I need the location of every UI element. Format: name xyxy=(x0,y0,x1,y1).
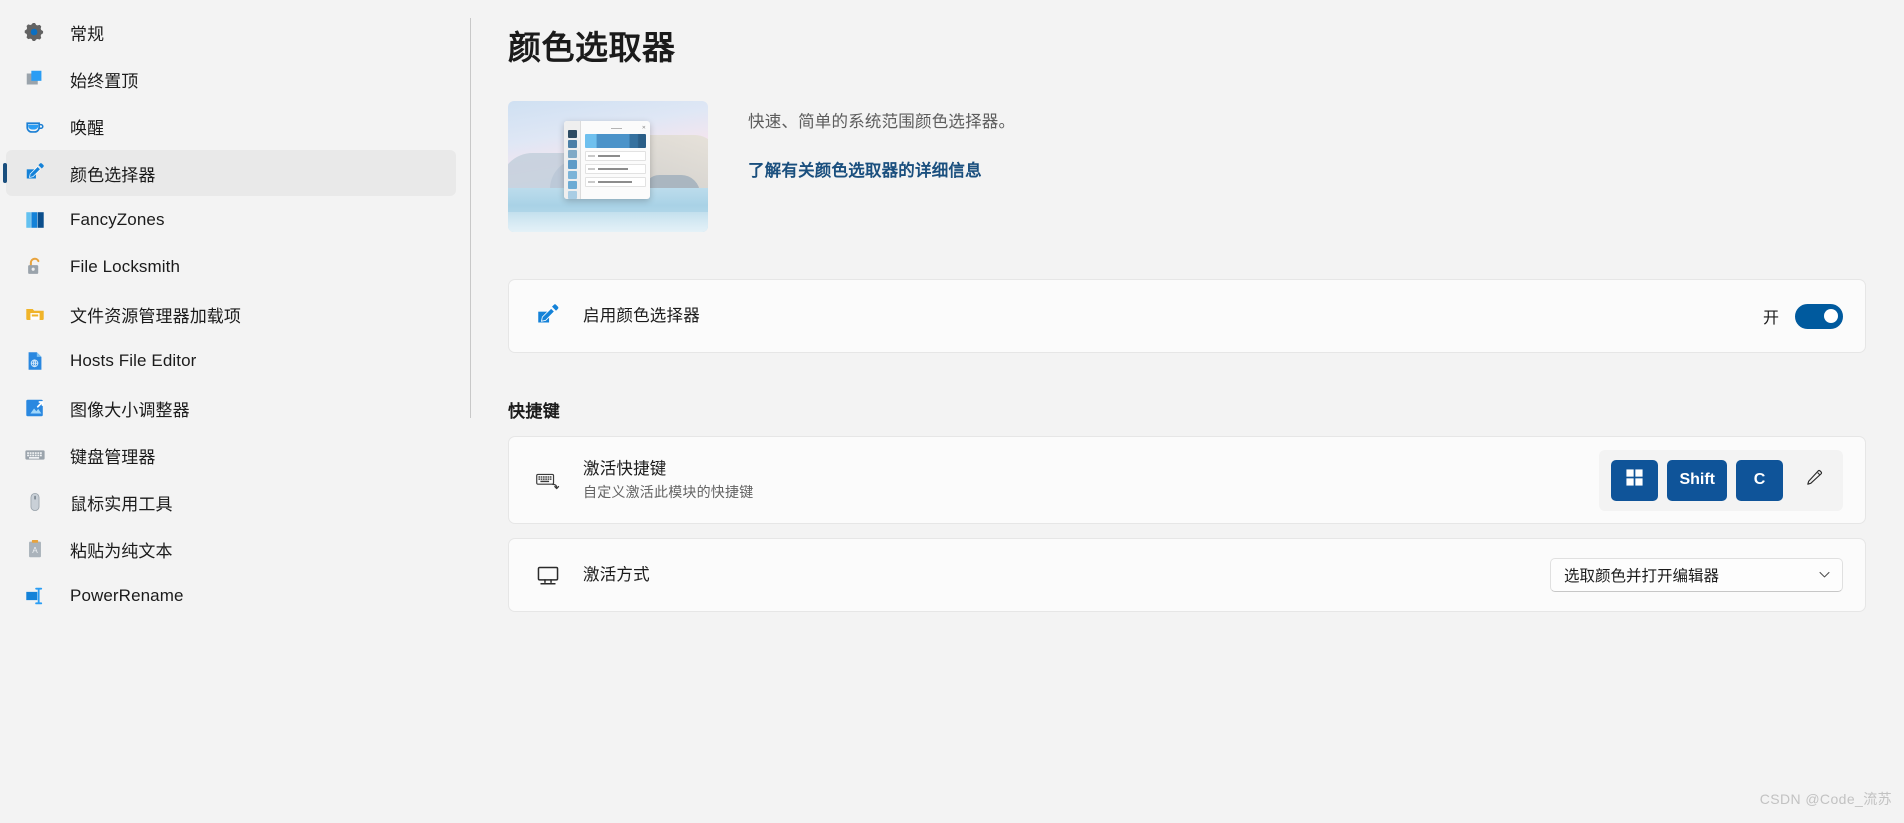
sidebar-item-hosts-file-editor[interactable]: Hosts File Editor xyxy=(6,338,456,384)
keyboard-manager-icon xyxy=(24,444,46,466)
sidebar-navigation: 常规 始终置顶 唤醒 颜色选择器 FancyZones File Locksmi… xyxy=(0,0,470,823)
shortcut-key-windows[interactable] xyxy=(1611,459,1659,501)
hero-text-block: 快速、简单的系统范围颜色选择器。 了解有关颜色选取器的详细信息 xyxy=(748,101,1015,181)
mouse-utilities-icon xyxy=(24,491,46,513)
sidebar-item-power-rename[interactable]: PowerRename xyxy=(6,573,456,619)
sidebar-item-label: 始终置顶 xyxy=(70,71,139,91)
shortcut-key-shift[interactable]: Shift xyxy=(1667,459,1727,501)
toggle-knob xyxy=(1824,309,1838,323)
sidebar-item-label: File Locksmith xyxy=(70,257,181,276)
sidebar-item-awake[interactable]: 唤醒 xyxy=(6,103,456,149)
sidebar-item-image-resizer[interactable]: 图像大小调整器 xyxy=(6,385,456,431)
enable-color-picker-toggle[interactable] xyxy=(1795,303,1843,329)
always-on-top-icon xyxy=(24,68,46,90)
hero-section: ✕ 快速、简单的系统范围颜色选择器。 了解有关颜色选取器的详细信息 xyxy=(508,101,1866,232)
sidebar-item-color-picker[interactable]: 颜色选择器 xyxy=(6,150,456,196)
hosts-file-document-icon xyxy=(24,350,46,372)
activation-shortcut-card[interactable]: 激活快捷键 自定义激活此模块的快捷键 Shift C xyxy=(508,436,1866,524)
shortcut-key-c[interactable]: C xyxy=(1736,459,1783,501)
sidebar-item-label: 粘贴为纯文本 xyxy=(70,541,173,561)
edit-shortcut-button[interactable] xyxy=(1797,463,1831,497)
dropdown-selected-value: 选取颜色并打开编辑器 xyxy=(1564,568,1720,585)
paste-as-plain-text-icon: A xyxy=(24,538,46,560)
color-picker-eyedropper-icon xyxy=(535,303,561,329)
pencil-edit-icon xyxy=(1804,468,1824,493)
page-title: 颜色选取器 xyxy=(508,29,676,66)
color-picker-eyedropper-icon xyxy=(24,162,46,184)
sidebar-item-label: Hosts File Editor xyxy=(70,351,197,370)
activation-shortcut-title: 激活快捷键 xyxy=(583,459,667,478)
activation-shortcut-subtitle: 自定义激活此模块的快捷键 xyxy=(583,484,754,501)
file-explorer-folder-icon xyxy=(24,303,46,325)
enable-card-title: 启用颜色选择器 xyxy=(583,306,700,325)
activation-behavior-title: 激活方式 xyxy=(583,565,650,584)
activation-behavior-card[interactable]: 激活方式 选取颜色并打开编辑器 xyxy=(508,538,1866,612)
fancyzones-icon xyxy=(24,209,46,231)
sidebar-item-label: PowerRename xyxy=(70,586,184,605)
main-content: 颜色选取器 ✕ 快速、简单的系统范围颜色选择器。 了解有关颜色选取器的详细信息 … xyxy=(470,0,1904,823)
sidebar-item-paste-as-plain-text[interactable]: A 粘贴为纯文本 xyxy=(6,526,456,572)
preview-color-picker-window: ✕ xyxy=(564,121,650,199)
sidebar-item-label: 唤醒 xyxy=(70,118,105,138)
learn-more-link[interactable]: 了解有关颜色选取器的详细信息 xyxy=(748,157,982,181)
sidebar-item-label: 文件资源管理器加载项 xyxy=(70,306,241,326)
sidebar-item-label: 图像大小调整器 xyxy=(70,400,190,420)
keyboard-shortcut-icon xyxy=(535,467,561,493)
power-rename-icon xyxy=(24,585,46,607)
file-locksmith-lock-icon xyxy=(24,256,46,278)
sidebar-item-label: 颜色选择器 xyxy=(70,165,156,185)
sidebar-item-always-on-top[interactable]: 始终置顶 xyxy=(6,56,456,102)
sidebar-item-fancyzones[interactable]: FancyZones xyxy=(6,197,456,243)
monitor-screen-icon xyxy=(535,562,561,588)
activation-behavior-dropdown[interactable]: 选取颜色并打开编辑器 xyxy=(1550,558,1843,592)
sidebar-item-label: 鼠标实用工具 xyxy=(70,494,173,514)
sidebar-item-file-locksmith[interactable]: File Locksmith xyxy=(6,244,456,290)
sidebar-item-mouse-utilities[interactable]: 鼠标实用工具 xyxy=(6,479,456,525)
module-preview-thumbnail: ✕ xyxy=(508,101,708,232)
sidebar-item-keyboard-manager[interactable]: 键盘管理器 xyxy=(6,432,456,478)
sidebar-item-label: FancyZones xyxy=(70,210,165,229)
shortcut-section-heading: 快捷键 xyxy=(508,402,561,421)
chevron-down-icon xyxy=(1818,568,1831,583)
gear-icon xyxy=(24,21,46,43)
image-resizer-icon xyxy=(24,397,46,419)
sidebar-item-label: 常规 xyxy=(70,24,105,44)
module-description: 快速、简单的系统范围颜色选择器。 xyxy=(748,113,1016,131)
sidebar-item-general[interactable]: 常规 xyxy=(6,9,456,55)
enable-color-picker-card[interactable]: 启用颜色选择器 开 xyxy=(508,279,1866,353)
windows-logo-icon xyxy=(1625,468,1644,492)
toggle-state-label: 开 xyxy=(1762,310,1779,327)
shortcut-keys-group: Shift C xyxy=(1599,449,1843,511)
powertoys-settings-window: 常规 始终置顶 唤醒 颜色选择器 FancyZones File Locksmi… xyxy=(0,0,1904,823)
awake-coffee-icon xyxy=(24,115,46,137)
csdn-watermark: CSDN @Code_流苏 xyxy=(1759,791,1892,807)
svg-text:A: A xyxy=(32,546,38,555)
sidebar-item-label: 键盘管理器 xyxy=(70,447,156,467)
sidebar-item-file-explorer-addons[interactable]: 文件资源管理器加载项 xyxy=(6,291,456,337)
